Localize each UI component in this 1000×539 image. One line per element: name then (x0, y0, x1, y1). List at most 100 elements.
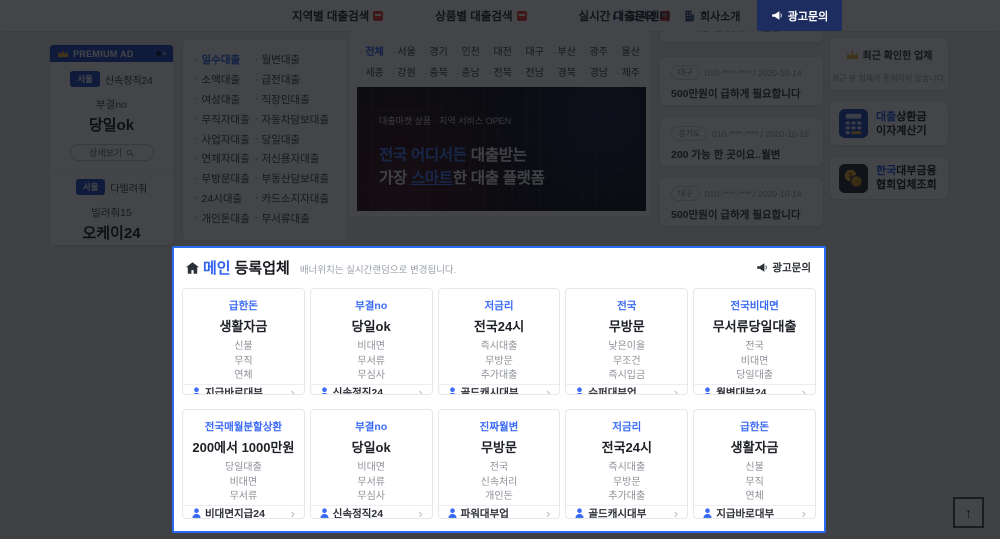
card-title: 전국24시 (602, 437, 652, 456)
card-footer: 신속정직24› (311, 505, 432, 520)
card-company: 지급바로대부 (205, 385, 263, 396)
card-footer: 비대면지급24› (183, 505, 304, 520)
card-features: 전국신속처리개인돈 (481, 461, 518, 505)
chevron-right-icon: › (546, 386, 550, 396)
card-title: 200에서 1000만원 (192, 437, 294, 456)
card-feature: 무직 (745, 476, 763, 491)
card-title: 무방문 (481, 437, 517, 456)
card-footer: 슈퍼대부업 › (566, 384, 687, 396)
card-feature: 비대면 (357, 340, 385, 355)
chevron-right-icon: › (290, 386, 294, 396)
main-registered-section: 메인등록업체 배너위치는 실시간랜덤으로 변경됩니다. 광고문의 급한돈 생활자… (172, 246, 826, 533)
section-ad-inquiry-link[interactable]: 광고문의 (756, 260, 811, 275)
card-feature: 무방문 (481, 355, 518, 370)
card-company: 신속정직24 (333, 385, 383, 396)
card-title: 당일ok (352, 316, 391, 335)
card-feature: 즉시대출 (608, 461, 645, 476)
card-company: 지급바로대부 (716, 506, 774, 520)
business-card[interactable]: 부결no 당일ok 비대면무서류무심사 신속정직24› (310, 409, 433, 519)
card-feature: 비대면 (357, 461, 385, 476)
business-card[interactable]: 저금리 전국24시 즉시대출무방문추가대출 골드캐시대부› (438, 288, 561, 395)
business-card[interactable]: 전국 무방문 낮은이율무조건즉시입금 슈퍼대부업› (565, 288, 688, 395)
card-feature: 추가대출 (481, 369, 518, 384)
chevron-right-icon: › (802, 507, 806, 520)
card-feature: 개인돈 (481, 490, 518, 505)
card-features: 신불무직연체 (234, 340, 252, 384)
card-footer: 월변대부24 › (694, 384, 815, 396)
card-company: 골드캐시대부 (461, 385, 519, 396)
megaphone-icon (771, 10, 783, 21)
card-feature: 무심사 (357, 490, 385, 505)
business-card[interactable]: 저금리 전국24시 즉시대출무방문추가대출 골드캐시대부› (565, 409, 688, 519)
card-footer: 지급바로대부 › (183, 384, 304, 396)
card-tag: 부결no (355, 298, 387, 313)
card-company: 골드캐시대부 (588, 506, 646, 520)
business-card[interactable]: 전국매월분할상환 200에서 1000만원 당일대출비대면무서류 비대면지급24… (182, 409, 305, 519)
card-feature: 즉시대출 (481, 340, 518, 355)
card-feature: 당일대출 (225, 461, 262, 476)
person-icon (192, 387, 201, 395)
card-feature: 연체 (745, 490, 763, 505)
card-tag: 급한돈 (740, 419, 769, 434)
card-tag: 저금리 (612, 419, 641, 434)
card-feature: 무방문 (608, 476, 645, 491)
card-feature: 비대면 (225, 476, 262, 491)
card-tag: 전국비대면 (730, 298, 778, 313)
card-company: 월변대부24 (716, 385, 766, 396)
section-ad-inquiry-label: 광고문의 (772, 260, 811, 275)
person-icon (448, 387, 457, 395)
card-company: 슈퍼대부업 (588, 385, 636, 396)
section-title: 등록업체 (235, 257, 290, 278)
section-title-highlight: 메인 (203, 257, 231, 278)
card-feature: 신불 (745, 461, 763, 476)
card-tag: 부결no (355, 419, 387, 434)
card-features: 즉시대출무방문추가대출 (608, 461, 645, 505)
card-feature: 전국 (736, 340, 773, 355)
person-icon (320, 508, 329, 518)
card-company: 신속정직24 (333, 506, 383, 520)
card-title: 무방문 (609, 316, 645, 335)
card-feature: 무조건 (608, 355, 645, 370)
card-feature: 무서류 (357, 476, 385, 491)
card-title: 당일ok (352, 437, 391, 456)
card-feature: 즉시입금 (608, 369, 645, 384)
card-features: 당일대출비대면무서류 (225, 461, 262, 505)
chevron-right-icon: › (418, 386, 422, 396)
person-icon (448, 508, 457, 518)
card-feature: 무서류 (225, 490, 262, 505)
chevron-right-icon: › (674, 386, 678, 396)
person-icon (320, 387, 329, 395)
card-feature: 신불 (234, 340, 252, 355)
card-features: 즉시대출무방문추가대출 (481, 340, 518, 384)
business-card[interactable]: 부결no 당일ok 비대면무서류무심사 신속정직24 › (310, 288, 433, 395)
card-feature: 추가대출 (608, 490, 645, 505)
card-footer: 골드캐시대부› (566, 505, 687, 520)
business-card[interactable]: 급한돈 생활자금 신불무직연체 지급바로대부› (693, 409, 816, 519)
card-title: 무서류당일대출 (713, 316, 797, 335)
card-features: 낮은이율무조건즉시입금 (608, 340, 645, 384)
megaphone-icon (756, 262, 768, 273)
chevron-right-icon: › (802, 386, 806, 396)
card-feature: 낮은이율 (608, 340, 645, 355)
business-card[interactable]: 전국비대면 무서류당일대출 전국비대면당일대출 월변대부24› (693, 288, 816, 395)
card-feature: 무심사 (357, 369, 385, 384)
card-tag: 급한돈 (229, 298, 258, 313)
card-company: 비대면지급24 (205, 506, 265, 520)
person-icon (192, 508, 201, 518)
person-icon (703, 508, 712, 518)
person-icon (575, 387, 584, 395)
card-title: 생활자금 (219, 316, 267, 335)
card-features: 비대면무서류무심사 (357, 340, 385, 384)
card-features: 비대면무서류무심사 (357, 461, 385, 505)
section-subtitle: 배너위치는 실시간랜덤으로 변경됩니다. (300, 262, 457, 276)
card-feature: 신속처리 (481, 476, 518, 491)
card-title: 전국24시 (474, 316, 524, 335)
card-footer: 지급바로대부 › (694, 505, 815, 520)
ad-inquiry-button[interactable]: 광고문의 (757, 0, 842, 31)
person-icon (703, 387, 712, 395)
card-footer: 파워대부업› (439, 505, 560, 520)
business-card[interactable]: 진짜월변 무방문 전국신속처리개인돈 파워대부업› (438, 409, 561, 519)
business-card[interactable]: 급한돈 생활자금 신불무직연체 지급바로대부 › (182, 288, 305, 395)
business-card-grid: 급한돈 생활자금 신불무직연체 지급바로대부› 부결no 당일ok 비대면무서류… (182, 288, 816, 519)
ad-inquiry-label: 광고문의 (788, 8, 828, 24)
